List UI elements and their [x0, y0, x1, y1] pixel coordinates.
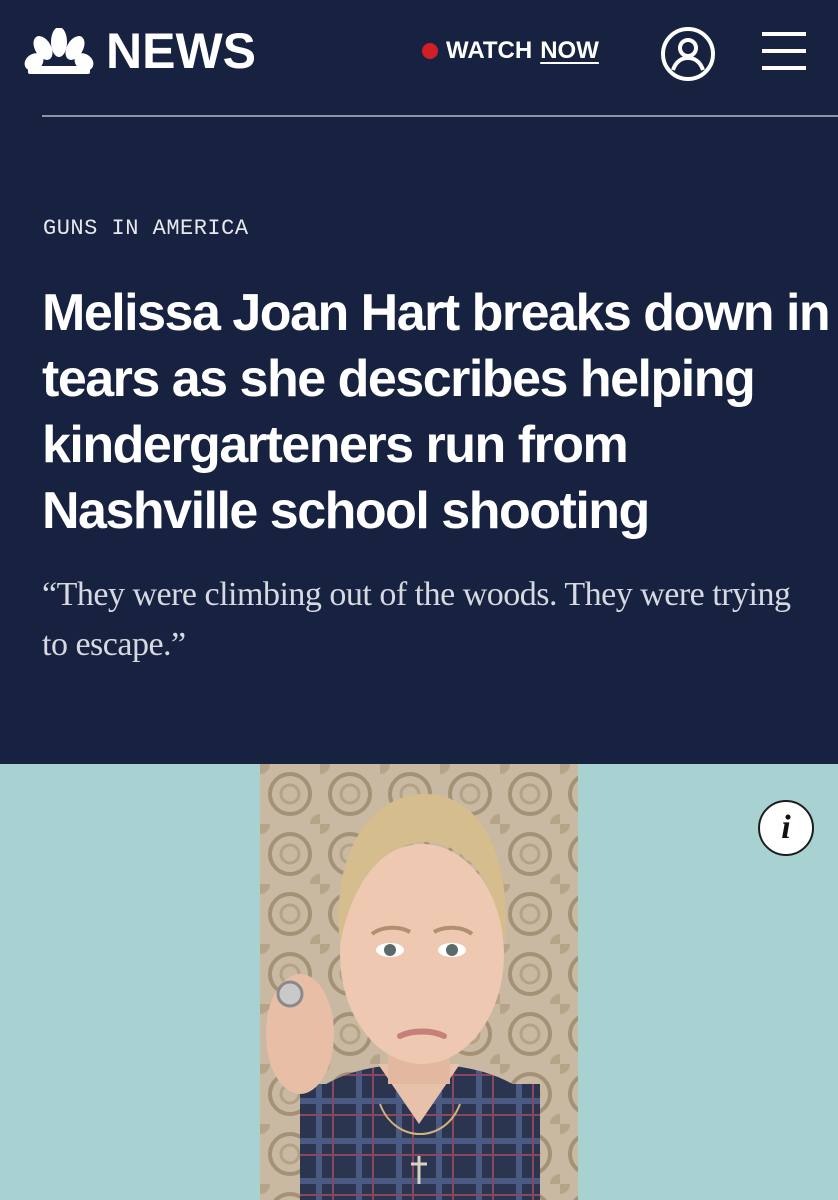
menu-bar — [762, 32, 806, 36]
watch-now-link[interactable]: WATCH NOW — [422, 36, 599, 66]
peacock-icon — [24, 28, 94, 74]
hamburger-menu-icon[interactable] — [762, 32, 806, 70]
nbc-news-logo[interactable]: NEWS — [22, 26, 256, 76]
article-dek: “They were climbing out of the woods. Th… — [42, 576, 791, 663]
woman-portrait-illustration — [260, 764, 578, 1200]
info-button[interactable]: i — [758, 800, 814, 856]
watch-now-label: NOW — [540, 37, 599, 64]
menu-bar — [762, 66, 806, 70]
video-still-image[interactable] — [260, 764, 578, 1200]
live-dot-icon — [422, 43, 438, 59]
section-kicker[interactable]: GUNS IN AMERICA — [43, 216, 249, 241]
article-header: NEWS WATCH NOW GUNS IN AMERICA Melissa J… — [0, 0, 838, 764]
brand-name: NEWS — [106, 23, 256, 79]
watch-label: WATCH — [446, 37, 533, 64]
header-divider — [42, 115, 838, 117]
user-circle-icon[interactable] — [660, 26, 716, 82]
info-icon: i — [781, 809, 791, 846]
article-headline: Melissa Joan Hart breaks down in tears a… — [42, 284, 831, 540]
menu-bar — [762, 49, 806, 53]
article-video-area[interactable]: i — [0, 764, 838, 1200]
